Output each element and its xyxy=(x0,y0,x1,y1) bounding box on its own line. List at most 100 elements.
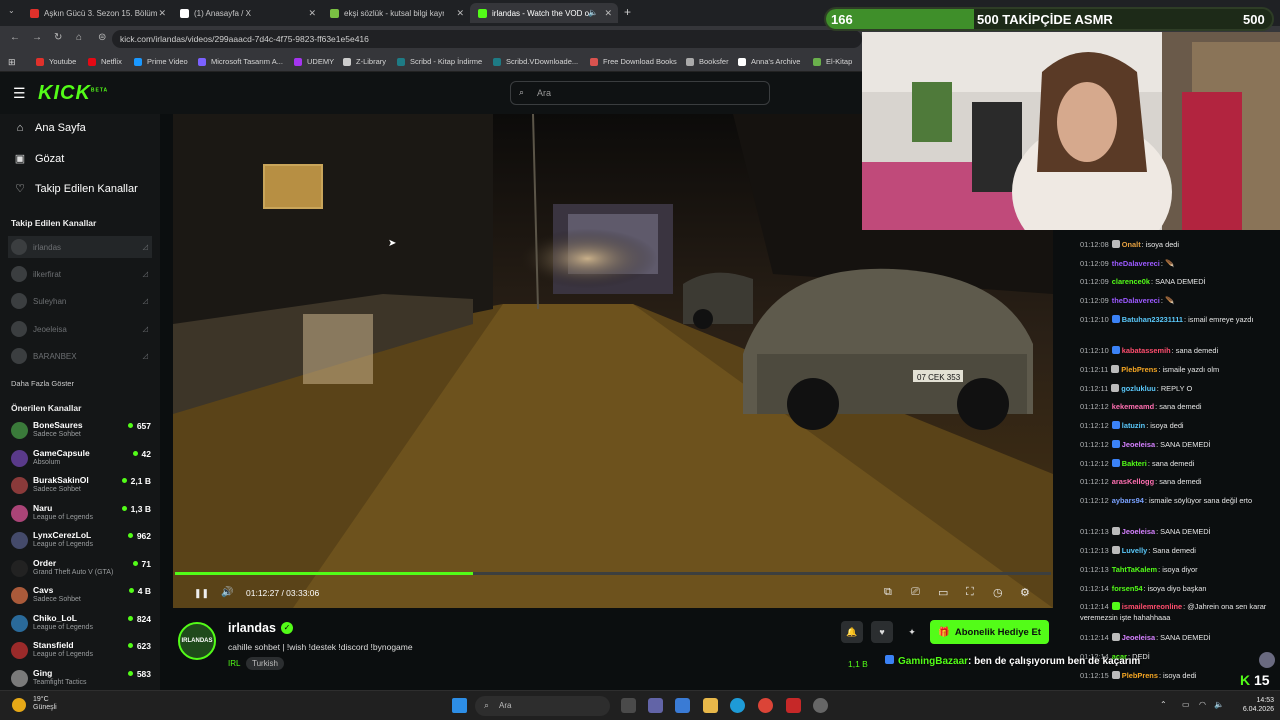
nav-home[interactable]: ⌂ Ana Sayfa xyxy=(14,122,86,134)
channel-name[interactable]: irlandas xyxy=(228,621,276,635)
tab-list-chevron-icon[interactable]: ⌄ xyxy=(8,6,15,15)
close-icon[interactable]: ✕ xyxy=(604,8,612,19)
chat-username[interactable]: clarence0k xyxy=(1112,277,1150,286)
search-input[interactable]: ⌕ Ara xyxy=(510,81,770,105)
bookmark-el-kitap[interactable]: El-Kitap xyxy=(813,57,852,66)
recommended-channel[interactable]: Naru League of Legends 1,3 B xyxy=(11,501,151,527)
bookmark-annas-archive[interactable]: Anna's Archive xyxy=(738,57,800,66)
followed-channel[interactable]: Jeoeleisa ◿ xyxy=(8,318,152,340)
close-icon[interactable]: ✕ xyxy=(456,8,464,19)
category-link[interactable]: IRL xyxy=(228,659,240,668)
boost-button[interactable]: ✦ xyxy=(901,621,923,643)
settings-app-icon[interactable] xyxy=(813,698,828,713)
reload-icon[interactable]: ↻ xyxy=(54,32,62,43)
tray-chevron-icon[interactable]: ⌃ xyxy=(1160,700,1167,709)
bookmark-netflix[interactable]: Netflix xyxy=(88,57,122,66)
settings-icon[interactable]: ⚙ xyxy=(1020,586,1030,599)
bookmark-scribd[interactable]: Scribd - Kitap İndirme xyxy=(397,57,482,66)
bookmark-youtube[interactable]: Youtube xyxy=(36,57,76,66)
show-more-link[interactable]: Daha Fazla Göster xyxy=(11,379,74,388)
bookmark-zlibrary[interactable]: Z-Library xyxy=(343,57,386,66)
followed-channel[interactable]: ilkerfirat ◿ xyxy=(8,263,152,285)
followed-channel[interactable]: BARANBEX ◿ xyxy=(8,345,152,367)
kick-logo[interactable]: KICKBETA xyxy=(38,82,108,105)
notification-bell-button[interactable]: 🔔 xyxy=(841,621,863,643)
taskbar-search[interactable]: ⌕ Ara xyxy=(475,696,610,716)
chat-username[interactable]: latuzin xyxy=(1122,421,1145,430)
language-tag[interactable]: Turkish xyxy=(246,657,284,670)
recommended-channel[interactable]: BurakSakinOl Sadece Sohbet 2,1 B xyxy=(11,473,151,499)
chat-username[interactable]: TahtTaKalem xyxy=(1112,565,1157,574)
forward-icon[interactable]: → xyxy=(32,32,42,43)
edge-icon[interactable] xyxy=(730,698,745,713)
task-view-icon[interactable] xyxy=(621,698,636,713)
nav-following[interactable]: ♡ Takip Edilen Kanallar xyxy=(14,182,138,196)
bookmark-udemy[interactable]: UDEMY xyxy=(294,57,334,66)
tab-1[interactable]: Aşkın Gücü 3. Sezon 15. Bölüm ✕ xyxy=(22,3,172,23)
close-icon[interactable]: ✕ xyxy=(308,8,316,19)
theater-mode-icon[interactable]: ▭ xyxy=(938,586,948,599)
chat-username[interactable]: PlebPrens xyxy=(1121,365,1157,374)
picture-in-picture-icon[interactable]: ⧉ xyxy=(884,586,892,599)
follow-heart-button[interactable]: ♥ xyxy=(871,621,893,643)
copilot-icon[interactable] xyxy=(675,698,690,713)
site-info-icon[interactable]: ⊜ xyxy=(98,32,106,43)
volume-tray-icon[interactable]: 🔈 xyxy=(1214,700,1224,709)
wifi-icon[interactable]: ◠ xyxy=(1199,700,1206,709)
chat-username[interactable]: Jeoeleisa xyxy=(1122,633,1155,642)
home-browser-icon[interactable]: ⌂ xyxy=(76,32,82,43)
chat-username[interactable]: gozlukluu xyxy=(1121,384,1156,393)
bookmark-microsoft[interactable]: Microsoft Tasarım A... xyxy=(198,57,283,66)
bookmark-scribd-downloader[interactable]: Scribd.VDownloade... xyxy=(493,57,578,66)
chat-username[interactable]: Onalt xyxy=(1122,240,1141,249)
chat-username[interactable]: kekemeamd xyxy=(1112,402,1154,411)
chat-username[interactable]: Jeoeleisa xyxy=(1122,527,1155,536)
chat-username[interactable]: kabatassemih xyxy=(1122,346,1171,355)
system-clock[interactable]: 14:53 6.04.2026 xyxy=(1234,696,1274,714)
nav-browse[interactable]: ▣ Gözat xyxy=(14,152,65,166)
speaker-icon[interactable]: 🔈 xyxy=(588,8,598,17)
tab-4-active[interactable]: irlandas - Watch the VOD o 🔈 ✕ xyxy=(470,3,618,23)
weather-widget[interactable]: 19°C Güneşli xyxy=(8,696,57,712)
speed-icon[interactable]: ◷ xyxy=(993,586,1003,599)
chat-username[interactable]: Luvelly xyxy=(1122,546,1147,555)
emote-picker-icon[interactable] xyxy=(1259,652,1275,668)
followed-channel[interactable]: irlandas ◿ xyxy=(8,236,152,258)
seek-bar[interactable] xyxy=(175,572,1051,575)
channel-avatar[interactable]: IRLANDAS xyxy=(178,622,216,660)
teams-icon[interactable] xyxy=(648,698,663,713)
chat-username[interactable]: arasKellogg xyxy=(1112,477,1154,486)
chat-username[interactable]: theDalavereci xyxy=(1112,259,1160,268)
url-field[interactable]: kick.com/irlandas/videos/299aaacd-7d4c-4… xyxy=(112,30,862,48)
recommended-channel[interactable]: BoneSaures Sadece Sohbet 657 xyxy=(11,418,151,444)
chrome-icon[interactable] xyxy=(758,698,773,713)
volume-icon[interactable]: 🔊 xyxy=(221,587,233,598)
file-explorer-icon[interactable] xyxy=(703,698,718,713)
chat-username[interactable]: Batuhan23231111 xyxy=(1122,315,1183,324)
followed-channel[interactable]: Suleyhan ◿ xyxy=(8,290,152,312)
close-icon[interactable]: ✕ xyxy=(158,8,166,19)
chat-username[interactable]: theDalavereci xyxy=(1112,296,1160,305)
windows-start-icon[interactable] xyxy=(452,698,467,713)
back-icon[interactable]: ← xyxy=(10,32,20,43)
chat-username[interactable]: Jeoeleisa xyxy=(1122,440,1155,449)
recommended-channel[interactable]: GameCapsule Absolum 42 xyxy=(11,446,151,472)
bookmark-free-books[interactable]: Free Download Books xyxy=(590,57,677,66)
fullscreen-icon[interactable]: ⛶ xyxy=(966,586,974,599)
recommended-channel[interactable]: Chiko_LoL League of Legends 824 xyxy=(11,611,151,637)
tab-2[interactable]: (1) Anasayfa / X ✕ xyxy=(172,3,322,23)
chat-username[interactable]: aybars94 xyxy=(1112,496,1144,505)
gift-subscription-button[interactable]: 🎁 Abonelik Hediye Et xyxy=(930,620,1049,644)
recommended-channel[interactable]: Order Grand Theft Auto V (GTA) 71 xyxy=(11,556,151,582)
hamburger-menu-icon[interactable]: ☰ xyxy=(13,85,26,102)
chat-username[interactable]: ismailemreonline xyxy=(1122,602,1182,611)
apps-icon[interactable]: ⊞ xyxy=(8,57,16,68)
video-app-icon[interactable] xyxy=(786,698,801,713)
tab-3[interactable]: ekşi sözlük - kutsal bilgi kaynağı ✕ xyxy=(322,3,470,23)
recommended-channel[interactable]: Stansfield League of Legends 623 xyxy=(11,638,151,664)
network-icon[interactable]: ▭ xyxy=(1182,700,1190,709)
bookmark-prime-video[interactable]: Prime Video xyxy=(134,57,188,66)
recommended-channel[interactable]: Ging Teamfight Tactics 583 xyxy=(11,666,151,692)
recommended-channel[interactable]: LynxCerezLoL League of Legends 962 xyxy=(11,528,151,554)
chat-username[interactable]: forsen54 xyxy=(1112,584,1143,593)
